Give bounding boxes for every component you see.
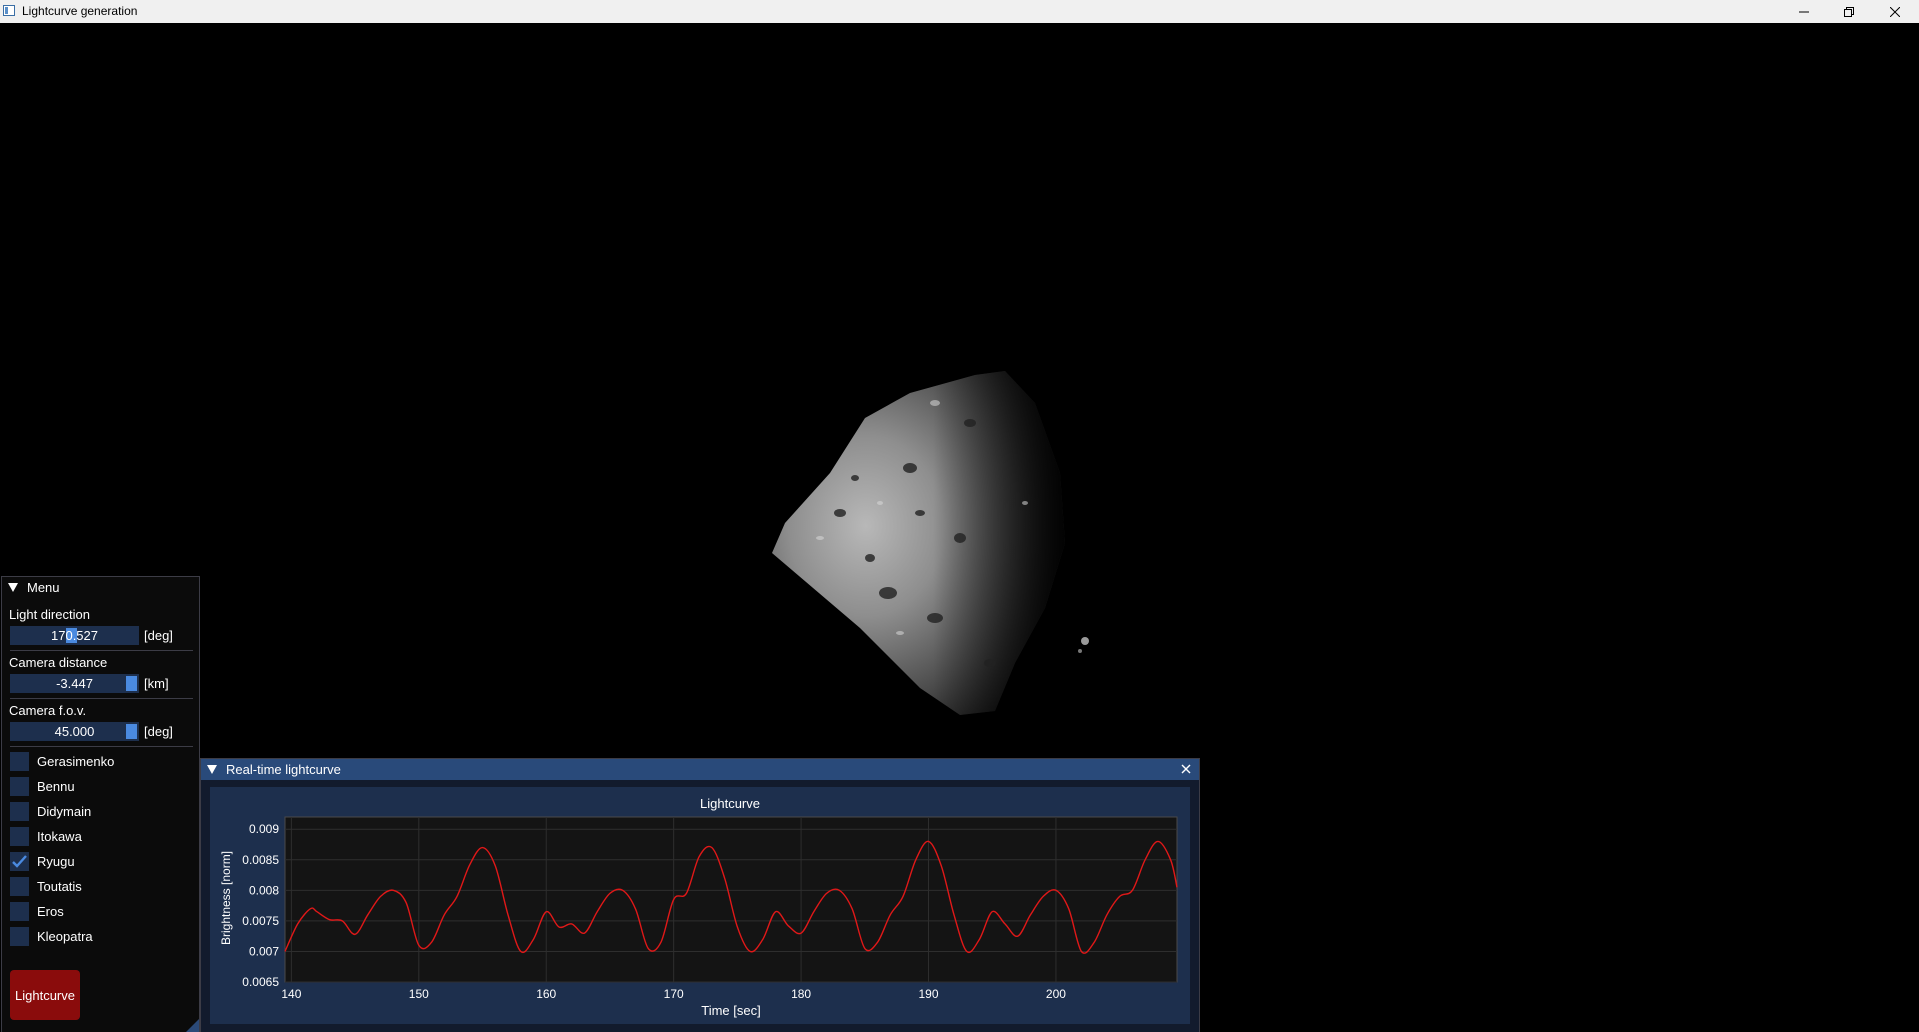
minimize-button[interactable] bbox=[1781, 0, 1827, 23]
lightcurve-plot[interactable]: Lightcurve 0.009 0.0085 0.008 0.0075 0.007 0.… bbox=[210, 787, 1190, 1024]
camera-distance-label: Camera distance bbox=[9, 655, 108, 670]
asteroid-label: Ryugu bbox=[37, 853, 75, 869]
x-tick-label: 200 bbox=[1046, 987, 1066, 1001]
lightcurve-window-header[interactable]: Real-time lightcurve bbox=[201, 759, 1199, 780]
x-tick-label: 150 bbox=[409, 987, 429, 1001]
asteroid-option-didymain[interactable]: Didymain bbox=[10, 801, 91, 821]
checkbox[interactable] bbox=[10, 926, 29, 946]
separator bbox=[10, 746, 193, 747]
y-tick-label: 0.008 bbox=[249, 883, 279, 897]
plot-frame[interactable]: Lightcurve 0.009 0.0085 0.008 0.0075 0.007 0.… bbox=[210, 787, 1190, 1024]
menu-title: Menu bbox=[27, 579, 60, 595]
collapse-arrow-icon[interactable] bbox=[207, 765, 217, 774]
close-icon[interactable] bbox=[1179, 762, 1193, 776]
light-direction-slider[interactable]: 170.527 bbox=[10, 626, 139, 645]
x-tick-label: 140 bbox=[281, 987, 301, 1001]
asteroid-option-itokawa[interactable]: Itokawa bbox=[10, 826, 82, 846]
asteroid-option-eros[interactable]: Eros bbox=[10, 901, 64, 921]
close-button[interactable] bbox=[1872, 0, 1918, 23]
y-axis-label: Brightness [norm] bbox=[219, 851, 233, 945]
camera-fov-value: 45.000 bbox=[54, 724, 95, 739]
separator bbox=[10, 698, 193, 699]
restore-button[interactable] bbox=[1826, 0, 1872, 23]
camera-fov-unit: [deg] bbox=[144, 724, 173, 739]
x-axis-label: Time [sec] bbox=[701, 1003, 760, 1018]
checkbox[interactable] bbox=[10, 826, 29, 846]
asteroid-label: Bennu bbox=[37, 778, 75, 794]
asteroid-label: Toutatis bbox=[37, 878, 82, 894]
asteroid-option-toutatis[interactable]: Toutatis bbox=[10, 876, 82, 896]
title-bar: Lightcurve generation bbox=[0, 0, 1919, 23]
asteroid-label: Itokawa bbox=[37, 828, 82, 844]
camera-distance-unit: [km] bbox=[144, 676, 169, 691]
camera-fov-slider[interactable]: 45.000 bbox=[10, 722, 139, 741]
light-direction-label: Light direction bbox=[9, 607, 90, 622]
resize-grip[interactable] bbox=[186, 1019, 199, 1032]
checkbox[interactable] bbox=[10, 801, 29, 821]
asteroid-render bbox=[772, 371, 1089, 715]
slider-grab[interactable] bbox=[126, 676, 137, 691]
camera-fov-label: Camera f.o.v. bbox=[9, 703, 87, 718]
window-title: Lightcurve generation bbox=[22, 4, 138, 18]
app-icon bbox=[3, 5, 15, 16]
asteroid-label: Kleopatra bbox=[37, 928, 93, 944]
lightcurve-window-title: Real-time lightcurve bbox=[226, 762, 341, 777]
checkbox[interactable] bbox=[10, 876, 29, 896]
asteroid-label: Didymain bbox=[37, 803, 92, 819]
checkbox[interactable] bbox=[10, 901, 29, 921]
camera-distance-slider[interactable]: -3.447 bbox=[10, 674, 139, 693]
y-tick-label: 0.0075 bbox=[242, 914, 279, 928]
x-tick-label: 160 bbox=[536, 987, 556, 1001]
y-tick-label: 0.0065 bbox=[242, 975, 279, 989]
close-icon bbox=[1890, 6, 1900, 17]
light-direction-unit: [deg] bbox=[144, 628, 173, 643]
y-tick-label: 0.009 bbox=[249, 822, 279, 836]
x-tick-label: 170 bbox=[664, 987, 684, 1001]
asteroid-option-bennu[interactable]: Bennu bbox=[10, 776, 75, 796]
asteroid-label: Gerasimenko bbox=[37, 753, 115, 769]
lightcurve-button[interactable]: Lightcurve bbox=[10, 970, 80, 1020]
checkbox-checked[interactable] bbox=[10, 851, 29, 871]
asteroid-option-gerasimenko[interactable]: Gerasimenko bbox=[10, 751, 114, 771]
minimize-icon bbox=[1799, 11, 1809, 12]
light-direction-value: 170.527 bbox=[51, 628, 98, 643]
checkmark-icon bbox=[12, 854, 27, 868]
checkbox[interactable] bbox=[10, 776, 29, 796]
chart-title: Lightcurve bbox=[700, 796, 760, 811]
restore-icon bbox=[1844, 6, 1854, 17]
y-tick-label: 0.007 bbox=[249, 944, 279, 958]
collapse-arrow-icon[interactable] bbox=[8, 582, 18, 592]
slider-grab[interactable] bbox=[126, 724, 137, 739]
lightcurve-window: Real-time lightcurve Lightcurve 0.009 0.0… bbox=[200, 758, 1200, 1032]
camera-distance-value: -3.447 bbox=[56, 676, 93, 691]
separator bbox=[10, 650, 193, 651]
y-tick-label: 0.0085 bbox=[242, 853, 279, 867]
asteroid-option-ryugu[interactable]: Ryugu bbox=[10, 851, 75, 871]
asteroid-option-kleopatra[interactable]: Kleopatra bbox=[10, 926, 93, 946]
menu-panel: Menu Light direction 170.527 [deg] Camer… bbox=[1, 576, 200, 1032]
menu-header[interactable]: Menu bbox=[2, 577, 199, 597]
asteroid-label: Eros bbox=[37, 903, 64, 919]
x-tick-label: 180 bbox=[791, 987, 811, 1001]
x-tick-label: 190 bbox=[918, 987, 938, 1001]
checkbox[interactable] bbox=[10, 751, 29, 771]
